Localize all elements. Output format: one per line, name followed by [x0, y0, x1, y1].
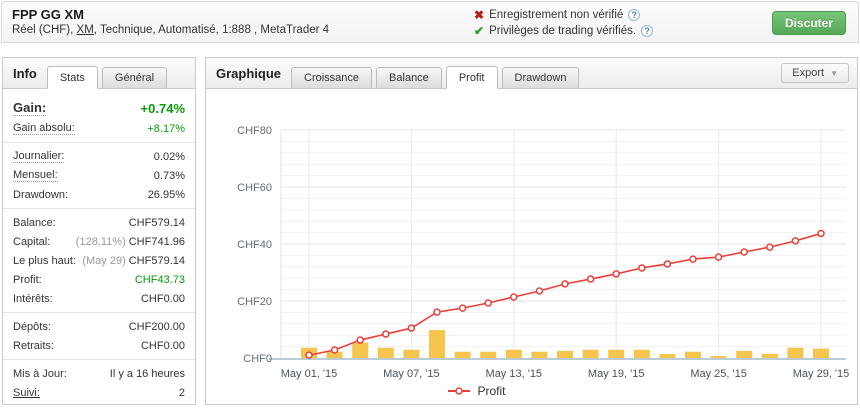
stat-row-gain: Gain: +0.74% [13, 97, 185, 119]
stat-label: Drawdown: [13, 189, 68, 201]
stat-row-depots: Dépôts: CHF200.00 [13, 317, 185, 336]
tab-croissance[interactable]: Croissance [291, 67, 372, 89]
stat-value: CHF0.00 [141, 293, 185, 305]
caret-down-icon: ▼ [830, 69, 838, 78]
account-header: FPP GG XM Réel (CHF), XM, Technique, Aut… [1, 1, 859, 43]
stat-value: +8.17% [147, 123, 185, 135]
subtitle-pre: Réel (CHF), [12, 24, 77, 36]
tab-stats[interactable]: Stats [47, 66, 98, 89]
divider [3, 208, 195, 209]
svg-text:CHF40: CHF40 [237, 239, 272, 251]
verification-row-trading: ✔ Privilèges de trading vérifiés. ? [474, 23, 653, 39]
cross-icon: ✖ [474, 8, 484, 22]
export-label: Export [792, 67, 824, 79]
divider [3, 142, 195, 143]
help-icon[interactable]: ? [628, 9, 640, 21]
chart-legend-item[interactable]: Profit [206, 384, 747, 398]
legend-line-icon [447, 386, 471, 396]
stat-row-balance: Balance: CHF579.14 [13, 213, 185, 232]
svg-text:May 25, '15: May 25, '15 [690, 368, 747, 380]
info-panel-title: Info [13, 66, 37, 81]
svg-text:CHF80: CHF80 [237, 125, 272, 137]
stat-value: (128.11%)CHF741.96 [76, 236, 185, 248]
stat-label: Journalier: [13, 150, 64, 163]
check-icon: ✔ [474, 24, 484, 38]
verification-row-registration: ✖ Enregistrement non vérifié ? [474, 7, 653, 23]
stat-label: Capital: [13, 236, 50, 248]
stat-row-mensuel: Mensuel: 0.73% [13, 166, 185, 185]
svg-text:May 07, '15: May 07, '15 [383, 368, 440, 380]
stat-row-drawdown: Drawdown: 26.95% [13, 185, 185, 204]
subtitle-post: , Technique, Automatisé, 1:888 , MetaTra… [94, 24, 329, 36]
stat-row-le-plus-haut: Le plus haut: (May 29)CHF579.14 [13, 251, 185, 270]
stat-value: 0.73% [154, 170, 185, 182]
chart-panel-title: Graphique [216, 66, 281, 81]
stat-label: Gain: [13, 100, 46, 116]
svg-text:May 29, '15: May 29, '15 [793, 368, 850, 380]
export-button[interactable]: Export ▼ [781, 63, 849, 83]
stat-value: 26.95% [148, 189, 185, 201]
help-icon[interactable]: ? [641, 25, 653, 37]
svg-text:CHF0: CHF0 [243, 353, 272, 365]
tab-balance[interactable]: Balance [376, 67, 442, 89]
stat-label: Gain absolu: [13, 122, 75, 135]
info-panel: Info Stats Général Gain: +0.74% Gain abs… [2, 57, 196, 405]
chart-body: CHF0 CHF20 CHF40 CHF60 CHF80 May 01, '15 May 0… [206, 89, 857, 405]
verification-text: Privilèges de trading vérifiés. [489, 25, 636, 37]
chart-panel: Graphique Croissance Balance Profit Draw… [205, 57, 858, 405]
tab-general[interactable]: Général [102, 67, 167, 89]
svg-text:May 13, '15: May 13, '15 [486, 368, 543, 380]
stat-note: (May 29) [82, 255, 125, 267]
followers-link[interactable]: Suivi: [13, 387, 40, 399]
stat-row-profit: Profit: CHF43.73 [13, 270, 185, 289]
divider [3, 312, 195, 313]
stat-label: Balance: [13, 217, 56, 229]
verification-text: Enregistrement non vérifié [489, 9, 623, 21]
stat-label: Intérêts: [13, 293, 53, 305]
page: FPP GG XM Réel (CHF), XM, Technique, Aut… [0, 0, 860, 409]
stat-label: Profit: [13, 274, 42, 286]
svg-text:May 01, '15: May 01, '15 [281, 368, 338, 380]
stat-label: Retraits: [13, 340, 54, 352]
svg-text:CHF60: CHF60 [237, 182, 272, 194]
stat-row-retraits: Retraits: CHF0.00 [13, 336, 185, 355]
tab-profit[interactable]: Profit [446, 66, 498, 89]
discuss-button[interactable]: Discuter [772, 11, 846, 35]
stats-list: Gain: +0.74% Gain absolu: +8.17% Journal… [3, 89, 195, 402]
stat-value: CHF0.00 [141, 340, 185, 352]
stat-value: (May 29)CHF579.14 [82, 255, 185, 267]
tab-drawdown[interactable]: Drawdown [502, 67, 580, 89]
divider [3, 359, 195, 360]
chart-panel-header: Graphique Croissance Balance Profit Draw… [206, 58, 857, 89]
stat-row-mis-a-jour: Mis à Jour: Il y a 16 heures [13, 364, 185, 383]
account-title: FPP GG XM [12, 7, 84, 22]
info-panel-header: Info Stats Général [3, 58, 195, 89]
stat-row-suivi: Suivi: 2 [13, 383, 185, 402]
profit-chart: CHF0 CHF20 CHF40 CHF60 CHF80 May 01, '15 May 0… [206, 89, 857, 383]
stat-note: (128.11%) [76, 236, 126, 248]
stat-row-capital: Capital: (128.11%)CHF741.96 [13, 232, 185, 251]
stat-value: +0.74% [141, 101, 185, 116]
stat-value: CHF200.00 [129, 321, 185, 333]
stat-label: Le plus haut: [13, 255, 76, 267]
verification-block: ✖ Enregistrement non vérifié ? ✔ Privilè… [474, 7, 653, 39]
stat-value: 0.02% [154, 151, 185, 163]
legend-label: Profit [477, 384, 505, 398]
stat-value: Il y a 16 heures [110, 368, 185, 380]
stat-value: 2 [179, 387, 185, 399]
stat-value: CHF579.14 [129, 217, 185, 229]
stat-label: Dépôts: [13, 321, 51, 333]
svg-text:CHF20: CHF20 [237, 296, 272, 308]
stat-value: CHF43.73 [135, 274, 185, 286]
stat-row-interets: Intérêts: CHF0.00 [13, 289, 185, 308]
account-subtitle: Réel (CHF), XM, Technique, Automatisé, 1… [12, 24, 329, 36]
stat-row-gain-absolu: Gain absolu: +8.17% [13, 119, 185, 138]
stat-label: Mis à Jour: [13, 368, 67, 380]
stat-label: Mensuel: [13, 169, 58, 182]
stat-row-journalier: Journalier: 0.02% [13, 147, 185, 166]
broker-link[interactable]: XM [77, 24, 94, 36]
svg-text:May 19, '15: May 19, '15 [588, 368, 645, 380]
